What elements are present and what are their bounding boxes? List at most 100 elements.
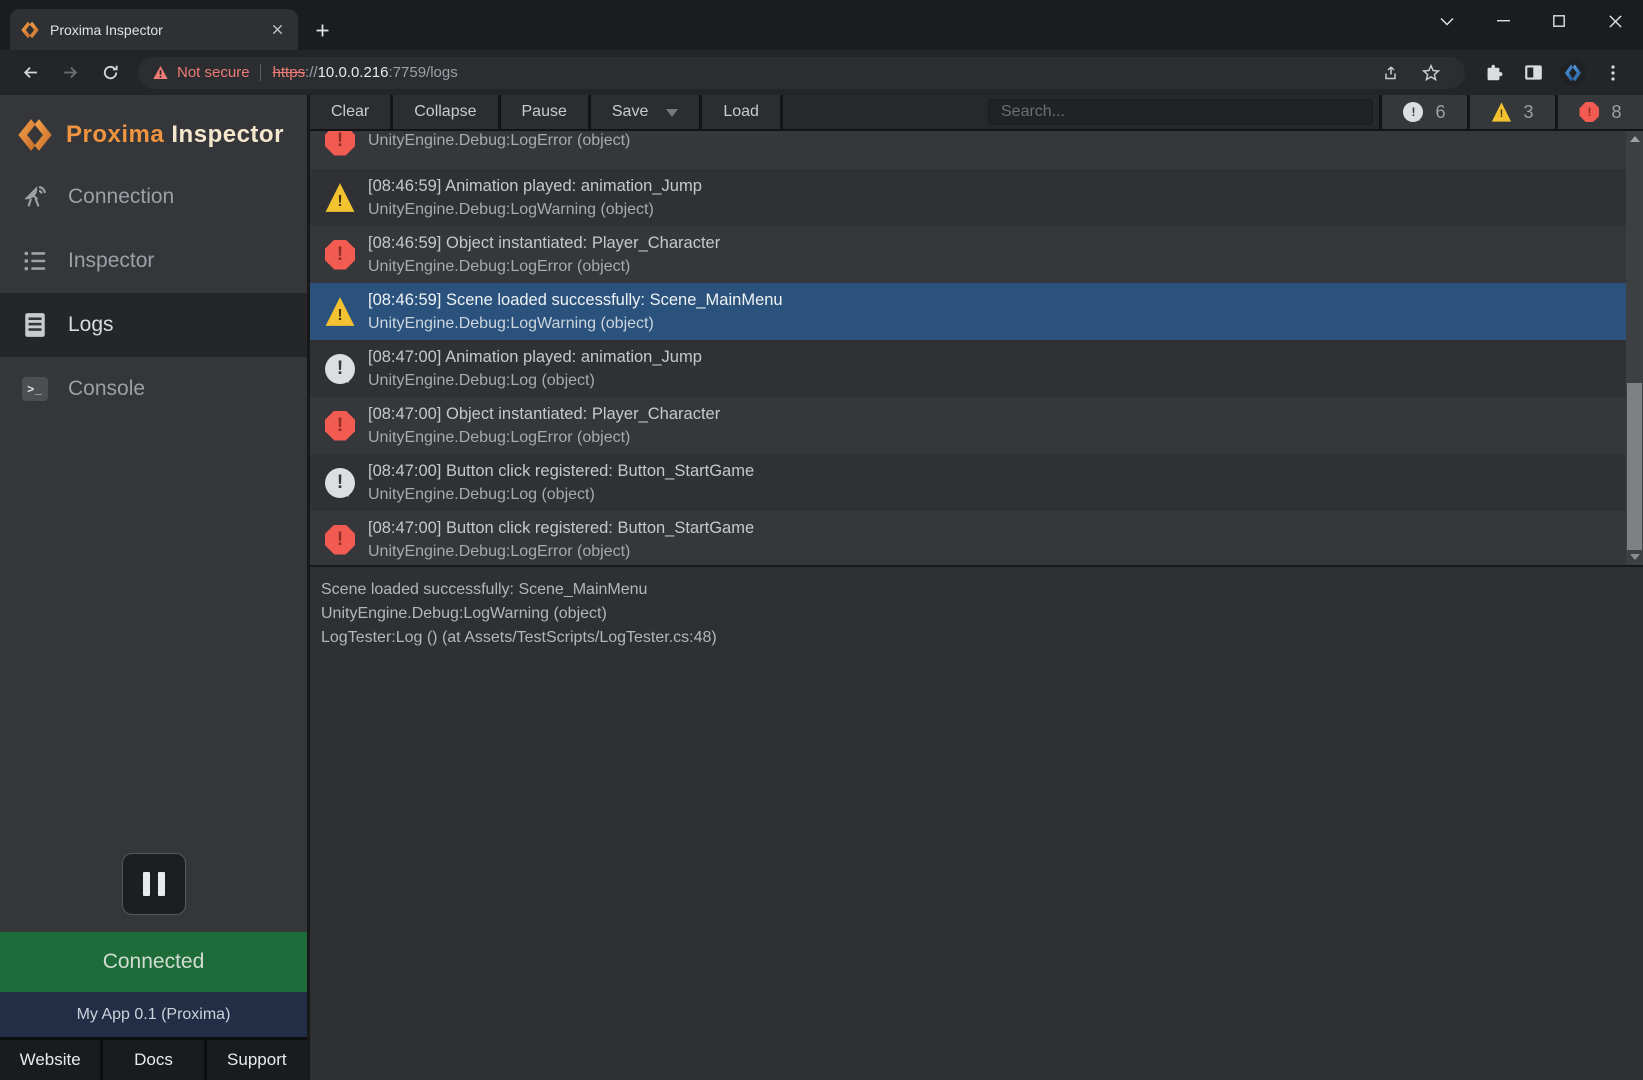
error-count: 8 xyxy=(1611,102,1621,123)
bookmark-star-icon[interactable] xyxy=(1411,55,1451,91)
pause-icon xyxy=(143,872,150,896)
warning-icon xyxy=(325,297,355,327)
reload-icon[interactable] xyxy=(90,55,130,91)
log-list: UnityEngine.Debug:LogError (object)[08:4… xyxy=(310,131,1643,565)
pause-stream-button[interactable] xyxy=(122,853,186,915)
app-title: Proxima Inspector xyxy=(66,121,284,149)
side-panel-icon[interactable] xyxy=(1513,55,1553,91)
tab-strip: Proxima Inspector xyxy=(0,0,1643,50)
log-stack: UnityEngine.Debug:LogError (object) xyxy=(368,255,720,278)
omnibox[interactable]: Not secure https://10.0.0.216:7759/logs xyxy=(138,57,1465,89)
collapse-button[interactable]: Collapse xyxy=(393,95,500,129)
info-filter-button[interactable]: 6 xyxy=(1379,95,1467,129)
log-row[interactable]: [08:47:00] Button click registered: Butt… xyxy=(310,511,1643,565)
sidebar-nav: Connection Inspector xyxy=(0,165,307,421)
minimize-icon[interactable] xyxy=(1475,0,1531,42)
connection-status-badge: Connected xyxy=(0,932,307,992)
url-path: :7759/logs xyxy=(389,64,458,81)
sidebar-item-label: Console xyxy=(68,377,145,401)
collapse-button-label: Collapse xyxy=(414,103,476,121)
log-row[interactable]: [08:46:59] Animation played: animation_J… xyxy=(310,169,1643,226)
log-stack: UnityEngine.Debug:Log (object) xyxy=(368,483,754,506)
log-message: [08:47:00] Object instantiated: Player_C… xyxy=(368,403,720,426)
log-stack: UnityEngine.Debug:LogWarning (object) xyxy=(368,198,702,221)
log-message: [08:46:59] Object instantiated: Player_C… xyxy=(368,232,720,255)
browser-tab[interactable]: Proxima Inspector xyxy=(10,9,298,50)
tab-close-icon[interactable] xyxy=(266,19,288,41)
error-icon xyxy=(1579,102,1599,122)
log-stack: UnityEngine.Debug:LogError (object) xyxy=(368,540,754,563)
logs-panel: Clear Collapse Pause Save Load 6 3 xyxy=(310,95,1643,1080)
log-row[interactable]: UnityEngine.Debug:LogError (object) xyxy=(310,131,1643,169)
save-button[interactable]: Save xyxy=(591,95,702,129)
share-icon[interactable] xyxy=(1371,55,1411,91)
new-tab-button[interactable] xyxy=(308,16,336,44)
chevron-down-icon[interactable] xyxy=(1419,0,1475,42)
tab-title: Proxima Inspector xyxy=(50,22,256,38)
sidebar: Proxima Inspector Connection xyxy=(0,95,310,1080)
scrollbar[interactable] xyxy=(1626,131,1643,565)
clear-button-label: Clear xyxy=(331,103,369,121)
sidebar-item-logs[interactable]: Logs xyxy=(0,293,307,357)
pause-log-button[interactable]: Pause xyxy=(501,95,591,129)
save-dropdown-caret-icon[interactable] xyxy=(666,109,678,123)
log-message: [08:47:00] Button click registered: Butt… xyxy=(368,517,754,540)
document-icon xyxy=(20,312,50,338)
log-row[interactable]: [08:46:59] Scene loaded successfully: Sc… xyxy=(310,283,1643,340)
warning-filter-button[interactable]: 3 xyxy=(1467,95,1555,129)
profile-avatar[interactable] xyxy=(1553,55,1593,91)
log-message: [08:47:00] Animation played: animation_J… xyxy=(368,346,702,369)
log-row[interactable]: [08:46:59] Object instantiated: Player_C… xyxy=(310,226,1643,283)
docs-link[interactable]: Docs xyxy=(103,1040,203,1080)
terminal-icon: >_ xyxy=(20,377,50,401)
log-stack: UnityEngine.Debug:LogError (object) xyxy=(368,131,630,152)
pause-button-label: Pause xyxy=(522,103,567,121)
info-icon xyxy=(325,354,355,384)
address-bar-row: Not secure https://10.0.0.216:7759/logs xyxy=(0,50,1643,95)
info-count: 6 xyxy=(1435,102,1445,123)
log-stack: UnityEngine.Debug:Log (object) xyxy=(368,369,702,392)
sidebar-item-label: Inspector xyxy=(68,249,154,273)
close-window-icon[interactable] xyxy=(1587,0,1643,42)
website-link[interactable]: Website xyxy=(0,1040,100,1080)
detail-line: LogTester:Log () (at Assets/TestScripts/… xyxy=(321,626,1643,650)
sidebar-item-inspector[interactable]: Inspector xyxy=(0,229,307,293)
scroll-up-arrow-icon[interactable] xyxy=(1626,131,1643,146)
detail-line: Scene loaded successfully: Scene_MainMen… xyxy=(321,578,1643,602)
menu-dots-icon[interactable] xyxy=(1593,55,1633,91)
clear-button[interactable]: Clear xyxy=(310,95,393,129)
error-filter-button[interactable]: 8 xyxy=(1555,95,1643,129)
logs-toolbar: Clear Collapse Pause Save Load 6 3 xyxy=(310,95,1643,131)
warning-icon xyxy=(1491,102,1511,122)
error-icon xyxy=(325,411,355,441)
log-row[interactable]: [08:47:00] Button click registered: Butt… xyxy=(310,454,1643,511)
app-title-secondary: Inspector xyxy=(171,121,284,148)
url-scheme: https xyxy=(273,64,306,81)
load-button[interactable]: Load xyxy=(702,95,783,129)
warning-count: 3 xyxy=(1523,102,1533,123)
load-button-label: Load xyxy=(723,103,759,121)
maximize-icon[interactable] xyxy=(1531,0,1587,42)
forward-icon[interactable] xyxy=(50,55,90,91)
scrollbar-thumb[interactable] xyxy=(1627,383,1642,550)
scroll-down-arrow-icon[interactable] xyxy=(1626,550,1643,565)
app-title-primary: Proxima xyxy=(66,121,164,148)
log-message: [08:46:59] Animation played: animation_J… xyxy=(368,175,702,198)
sidebar-item-connection[interactable]: Connection xyxy=(0,165,307,229)
search-input[interactable] xyxy=(988,99,1373,125)
info-icon xyxy=(325,468,355,498)
sidebar-item-console[interactable]: >_ Console xyxy=(0,357,307,421)
url-host: 10.0.0.216 xyxy=(318,64,389,81)
app-logo: Proxima Inspector xyxy=(0,95,307,157)
list-icon xyxy=(20,248,50,274)
extensions-puzzle-icon[interactable] xyxy=(1473,55,1513,91)
log-row[interactable]: [08:47:00] Object instantiated: Player_C… xyxy=(310,397,1643,454)
sidebar-item-label: Logs xyxy=(68,313,114,337)
save-button-label: Save xyxy=(612,103,648,121)
log-row[interactable]: [08:47:00] Animation played: animation_J… xyxy=(310,340,1643,397)
sidebar-footer: Website Docs Support xyxy=(0,1037,307,1080)
log-stack: UnityEngine.Debug:LogError (object) xyxy=(368,426,720,449)
support-link[interactable]: Support xyxy=(207,1040,307,1080)
back-icon[interactable] xyxy=(10,55,50,91)
log-message: [08:46:59] Scene loaded successfully: Sc… xyxy=(368,289,783,312)
